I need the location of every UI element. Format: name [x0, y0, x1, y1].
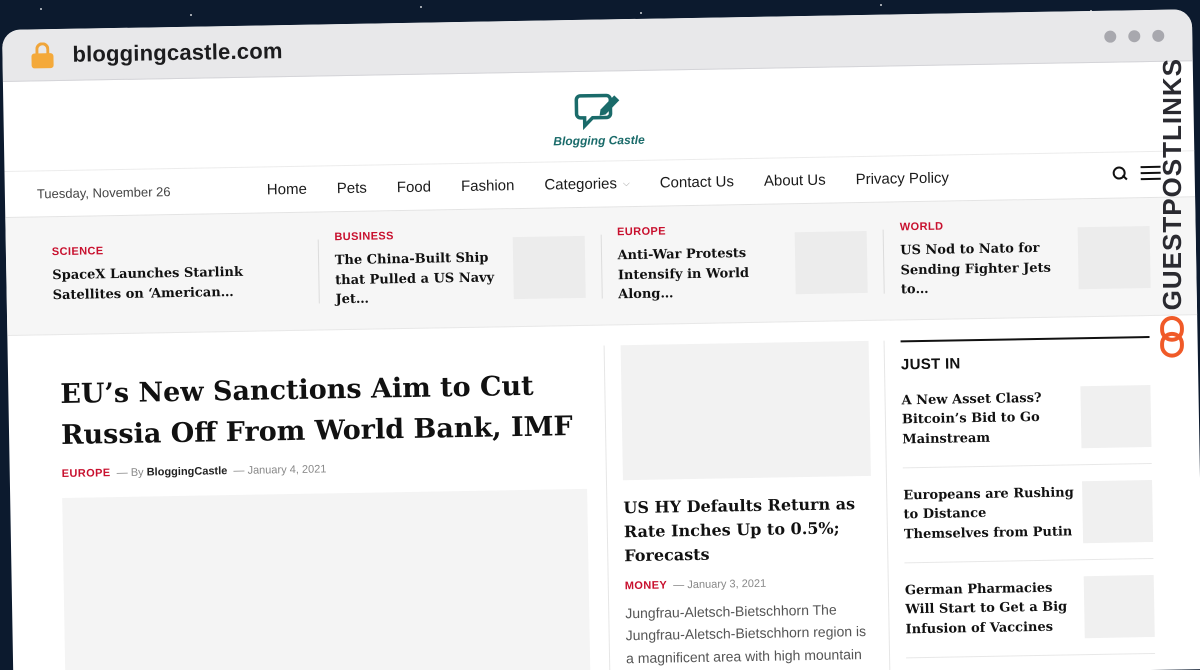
nav-item-pets[interactable]: Pets — [337, 180, 367, 198]
url-text[interactable]: bloggingcastle.com — [72, 38, 283, 68]
star — [420, 6, 422, 8]
sidebar-item-title[interactable]: A New Asset Class? Bitcoin’s Bid to Go M… — [901, 388, 1073, 449]
secondary-article: US HY Defaults Return as Rate Inches Up … — [604, 340, 891, 670]
publish-date: January 4, 2021 — [247, 463, 327, 477]
ticker-item[interactable]: BUSINESS The China-Built Ship that Pulle… — [317, 230, 602, 307]
ticker-item[interactable]: EUROPE Anti-War Protests Intensify in Wo… — [600, 226, 884, 303]
star — [880, 4, 882, 6]
category-label[interactable]: MONEY — [625, 579, 668, 592]
sidebar-item-title[interactable]: German Pharmacies Will Start to Get a Bi… — [905, 578, 1077, 639]
featured-image[interactable] — [62, 488, 591, 670]
ticker-title[interactable]: Anti-War Protests Intensify in World Alo… — [617, 244, 786, 305]
ticker-item[interactable]: WORLD US Nod to Nato for Sending Fighter… — [882, 221, 1167, 298]
logo-text: Blogging Castle — [553, 132, 645, 148]
featured-title[interactable]: EU’s New Sanctions Aim to Cut Russia Off… — [60, 366, 585, 456]
brand-watermark-text: GUESTPOSTLINKS — [1156, 58, 1187, 311]
nav-label: Food — [396, 178, 432, 197]
sidebar-item-title[interactable]: Europeans are Rushing to Distance Themse… — [903, 483, 1075, 544]
sidebar-item[interactable]: German Pharmacies Will Start to Get a Bi… — [904, 558, 1156, 659]
browser-window: bloggingcastle.com Blogging Castle Tuesd… — [2, 9, 1200, 670]
nav-label: About Us — [763, 171, 826, 190]
ticker-thumbnail[interactable] — [794, 230, 868, 294]
star — [40, 8, 42, 10]
article-excerpt: Jungfrau-Aletsch-Bietschhorn The Jungfra… — [625, 601, 867, 666]
sidebar-heading: JUST IN — [900, 336, 1151, 374]
byline-prefix: By — [130, 466, 144, 479]
ticker-item[interactable]: SCIENCE SpaceX Launches Starlink Satelli… — [36, 239, 319, 308]
sidebar-item[interactable]: Europeans are Rushing to Distance Themse… — [902, 464, 1154, 564]
ticker-thumbnail[interactable] — [512, 235, 586, 299]
author-name[interactable]: BloggingCastle — [147, 465, 228, 478]
nav-item-categories[interactable]: Categories ⌵ — [544, 175, 630, 193]
ticker-title[interactable]: The China-Built Ship that Pulled a US Na… — [335, 249, 504, 310]
site-logo[interactable]: Blogging Castle — [552, 84, 645, 148]
window-dot[interactable] — [1128, 30, 1141, 43]
sidebar-item[interactable]: A New Asset Class? Bitcoin’s Bid to Go M… — [901, 369, 1152, 469]
publish-date: January 3, 2021 — [687, 577, 767, 592]
nav-item-fashion[interactable]: Fashion — [461, 177, 515, 195]
nav-label: Privacy Policy — [855, 169, 950, 189]
news-ticker: SCIENCE SpaceX Launches Starlink Satelli… — [5, 197, 1198, 336]
category-label[interactable]: WORLD — [900, 219, 1068, 234]
nav-item-privacy-policy[interactable]: Privacy Policy — [855, 169, 949, 188]
nav-item-home[interactable]: Home — [267, 181, 307, 199]
chat-pencil-icon — [574, 93, 620, 130]
search-icon[interactable] — [1113, 166, 1127, 180]
ticker-title[interactable]: US Nod to Nato for Sending Fighter Jets … — [900, 239, 1069, 300]
nav-item-about-us[interactable]: About Us — [764, 172, 826, 190]
nav-label: Categories — [544, 175, 618, 194]
nav-menu: Home Pets Food Fashion Categories ⌵ Conta… — [267, 169, 949, 198]
sidebar: JUST IN A New Asset Class? Bitcoin’s Bid… — [885, 336, 1156, 670]
lock-icon — [30, 41, 54, 68]
star — [640, 12, 642, 14]
nav-label: Pets — [336, 179, 367, 198]
article-meta: EUROPE — By BloggingCastle — January 4, … — [61, 463, 327, 481]
sidebar-thumbnail[interactable] — [1083, 574, 1155, 639]
article-meta: MONEY — January 3, 2021 — [624, 577, 767, 593]
brand-watermark: GUESTPOSTLINKS — [1152, 58, 1192, 358]
window-controls — [1104, 29, 1165, 43]
nav-label: Contact Us — [659, 173, 735, 192]
nav-label: Home — [266, 180, 307, 199]
chain-link-icon — [1160, 316, 1184, 358]
ticker-title[interactable]: SpaceX Launches Starlink Satellites on ‘… — [52, 262, 302, 305]
category-label[interactable]: BUSINESS — [334, 229, 502, 243]
featured-article: EU’s New Sanctions Aim to Cut Russia Off… — [59, 345, 611, 670]
category-label[interactable]: EUROPE — [62, 467, 111, 480]
article-image[interactable] — [620, 340, 871, 481]
article-title[interactable]: US HY Defaults Return as Rate Inches Up … — [623, 492, 871, 568]
category-label[interactable]: EUROPE — [617, 224, 785, 239]
main-content: EU’s New Sanctions Aim to Cut Russia Off… — [7, 315, 1200, 670]
nav-label: Fashion — [460, 177, 515, 196]
sidebar-thumbnail[interactable] — [1082, 479, 1154, 544]
sidebar-thumbnail[interactable] — [1080, 385, 1152, 449]
ticker-thumbnail[interactable] — [1077, 225, 1151, 289]
current-date: Tuesday, November 26 — [36, 184, 171, 202]
category-label[interactable]: SCIENCE — [52, 242, 302, 258]
nav-item-food[interactable]: Food — [397, 179, 431, 197]
window-dot[interactable] — [1152, 29, 1165, 42]
nav-item-contact-us[interactable]: Contact Us — [660, 173, 734, 191]
chevron-down-icon: ⌵ — [622, 178, 630, 189]
star — [190, 14, 192, 16]
window-dot[interactable] — [1104, 30, 1117, 43]
